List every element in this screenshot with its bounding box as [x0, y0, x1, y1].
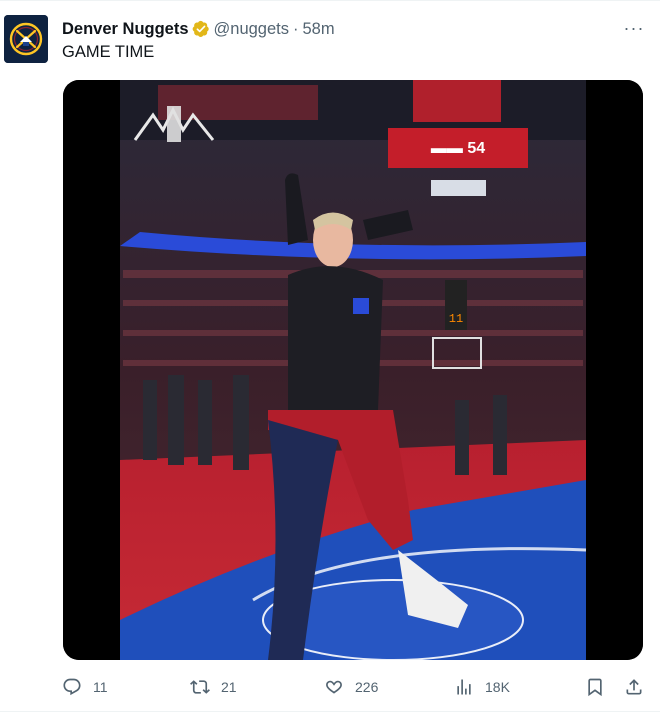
reply-button[interactable]: 11	[62, 673, 108, 701]
verified-badge-icon[interactable]	[192, 20, 210, 38]
svg-text:11: 11	[449, 312, 463, 326]
like-button[interactable]: 226	[324, 673, 378, 701]
bookmark-icon	[588, 678, 602, 697]
more-icon: ···	[623, 18, 645, 38]
like-count: 226	[355, 679, 379, 695]
bookmark-button[interactable]	[585, 673, 605, 701]
display-name[interactable]: Denver Nuggets	[62, 20, 189, 39]
nuggets-logo-icon	[4, 15, 48, 63]
views-button[interactable]: 18K	[454, 673, 510, 701]
retweet-button[interactable]: 21	[190, 673, 237, 701]
retweet-count: 21	[221, 679, 237, 695]
tweet-card[interactable]: Denver Nuggets @nuggets · 58m ··· GAME T…	[0, 0, 660, 712]
tweet-actions: 11 21 226 18K	[60, 673, 650, 701]
timestamp[interactable]: 58m	[303, 20, 335, 39]
share-upload-icon	[626, 679, 642, 695]
tweet-text: GAME TIME	[62, 43, 155, 61]
video-frame: ▬▬ 54 11	[63, 80, 643, 660]
heart-icon	[326, 680, 342, 694]
reply-count: 11	[93, 679, 108, 695]
bar-chart-icon	[457, 679, 471, 695]
views-count: 18K	[485, 679, 510, 695]
avatar[interactable]	[4, 15, 48, 63]
share-button[interactable]	[624, 673, 644, 701]
tweet-header: Denver Nuggets @nuggets · 58m	[62, 18, 335, 40]
svg-text:▬▬ 54: ▬▬ 54	[431, 140, 485, 157]
handle[interactable]: @nuggets	[214, 20, 289, 39]
speech-bubble-icon	[63, 678, 81, 696]
more-options-button[interactable]: ···	[622, 17, 646, 39]
video-player[interactable]: ▬▬ 54 11	[63, 80, 643, 660]
retweet-arrows-icon	[190, 680, 210, 694]
separator-dot: ·	[293, 19, 299, 38]
